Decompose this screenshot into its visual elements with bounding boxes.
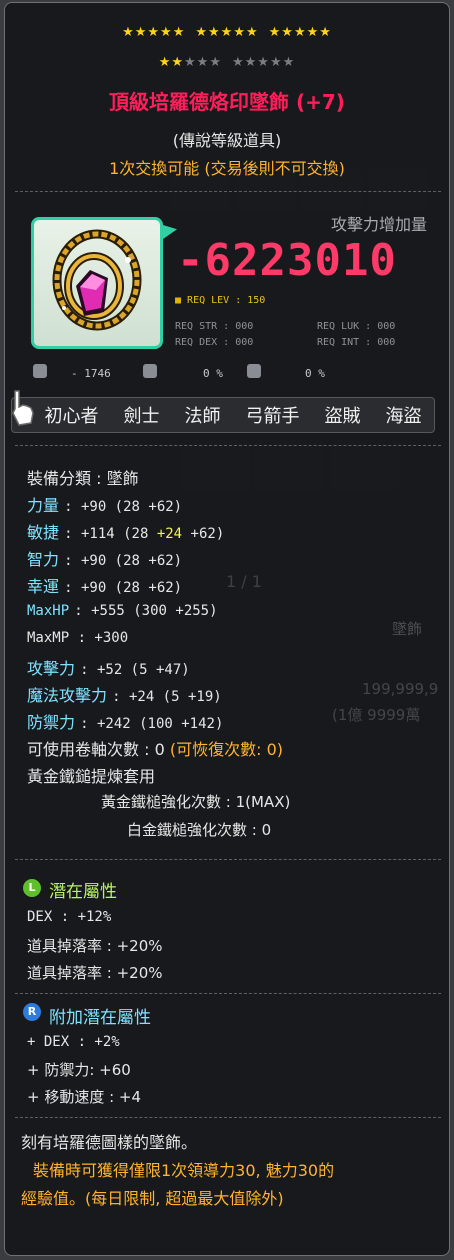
stat-int: 智力 : +90 (28 +62) — [27, 546, 182, 570]
divider — [15, 859, 441, 860]
item-name: 頂級培羅德烙印墜飾 (+7) — [109, 90, 345, 114]
stat-maxmp: MaxMP : +300 — [27, 630, 129, 646]
divider — [15, 993, 441, 994]
stat-value: : +24 (5 +19) — [112, 689, 222, 705]
star-force-row-2: ★★★★★ ★★★★★ — [5, 55, 449, 70]
bonus-potential-line: + 移動速度 : +4 — [27, 1088, 142, 1106]
req-luk: REQ LUK : 000 — [317, 321, 396, 332]
job-magician: 法師 — [184, 406, 221, 427]
item-grade: (傳說等級道具) — [172, 131, 282, 150]
stat-value: : +52 (5 +47) — [80, 662, 190, 678]
potential-line: DEX : +12% — [27, 909, 112, 925]
stat-label: 智力 — [27, 550, 60, 569]
stat-maxhp: MaxHP : +555 (300 +255) — [27, 600, 218, 619]
stat-label: 防禦力 — [27, 713, 76, 732]
item-tooltip: ★★★★★ ★★★★★ ★★★★★ ★★★★★ ★★★★★ 頂級培羅德烙印墜飾 (+7… — [4, 2, 450, 1256]
bonus-potential-line: + 防禦力: +60 — [27, 1061, 131, 1079]
stat-dex: 敏捷 : +114 (28 +24 +62) — [27, 519, 224, 543]
item-description-effect: 經驗值。(每日限制, 超過最大值除外) — [21, 1189, 284, 1208]
legendary-potential-icon: L — [23, 879, 41, 897]
golden-hammer-count: 黃金鐵槌強化次數 : 1(MAX) — [101, 793, 291, 811]
hand-cursor-icon — [12, 390, 34, 426]
stat-value: : +555 (300 +255) — [74, 603, 218, 619]
star-force-row-1: ★★★★★ ★★★★★ ★★★★★ — [5, 25, 449, 40]
item-description-effect: 裝備時可獲得僅限1次領導力30, 魅力30的 — [33, 1161, 335, 1180]
divider — [15, 1117, 441, 1118]
job-warrior: 劍士 — [123, 406, 160, 427]
req-level-value: 150 — [247, 295, 266, 306]
stat-value: : +90 (28 +62) — [64, 580, 183, 596]
hammer-title: 黃金鐵鎚提煉套用 — [27, 767, 156, 786]
star-empty-icon: ★★★★★ — [232, 55, 296, 70]
stat-label: 攻擊力 — [27, 659, 76, 678]
stat-value: : +242 (100 +142) — [80, 716, 224, 732]
potential-title: 潛在屬性 — [49, 882, 117, 902]
stat-icon — [33, 364, 47, 378]
req-level: ■ REQ LEV : 150 — [175, 295, 266, 306]
stat-value: : +114 (28 +24 +62) — [64, 526, 225, 542]
star-icon: ★★★★★ — [195, 25, 259, 40]
bonus-potential-line: + DEX : +2% — [27, 1034, 120, 1050]
star-empty-icon: ★★★ — [184, 55, 222, 70]
stat-label: MaxHP — [27, 603, 70, 619]
platinum-hammer-count: 白金鐵槌強化次數 : 0 — [127, 821, 272, 839]
stat-attack: 攻擊力 : +52 (5 +47) — [27, 655, 190, 679]
stat-magic-attack: 魔法攻擊力 : +24 (5 +19) — [27, 682, 222, 706]
stat-value: : +90 (28 +62) — [64, 499, 183, 515]
item-description: 刻有培羅德圖樣的墜飾。 — [21, 1133, 198, 1152]
stat-label: 力量 — [27, 496, 60, 515]
bonus-potential-title: 附加潛在屬性 — [49, 1008, 151, 1028]
req-level-label: REQ LEV : — [187, 295, 242, 306]
req-int: REQ INT : 000 — [317, 337, 396, 348]
stat-value-a: - 1746 — [71, 367, 111, 380]
req-str: REQ STR : 000 — [175, 321, 254, 332]
stat-value: : +90 (28 +62) — [64, 553, 183, 569]
req-dex: REQ DEX : 000 — [175, 337, 254, 348]
stat-label: 幸運 — [27, 577, 60, 596]
stat-value-c: 0 % — [305, 367, 325, 380]
stat-value-b: 0 % — [203, 367, 223, 380]
item-icon-frame — [31, 217, 163, 349]
stat-luk: 幸運 : +90 (28 +62) — [27, 573, 182, 597]
divider — [15, 445, 441, 446]
job-requirements: 初心者 劍士 法師 弓箭手 盜賊 海盜 — [11, 397, 435, 433]
stat-icon — [143, 364, 157, 378]
pendant-icon — [52, 229, 142, 331]
scroll-slots: 可使用卷軸次數 : 0 (可恢復次數: 0) — [27, 740, 283, 759]
trade-info: 1次交換可能 (交易後則不可交換) — [109, 159, 345, 178]
star-icon: ★★★★★ — [122, 25, 186, 40]
star-icon: ★★★★★ — [268, 25, 332, 40]
star-icon: ★★ — [158, 55, 185, 70]
stat-label: 魔法攻擊力 — [27, 686, 108, 705]
equip-category: 裝備分類 : 墜飾 — [27, 469, 139, 488]
divider — [15, 191, 441, 192]
attack-increase-value: -6223010 — [177, 235, 397, 286]
bonus-potential-icon: R — [23, 1003, 41, 1021]
job-beginner: 初心者 — [44, 406, 99, 427]
stat-str: 力量 : +90 (28 +62) — [27, 492, 182, 516]
potential-line: 道具掉落率 : +20% — [27, 937, 163, 955]
potential-line: 道具掉落率 : +20% — [27, 964, 163, 982]
job-thief: 盜賊 — [324, 406, 361, 427]
shield-icon — [247, 364, 261, 378]
stat-defense: 防禦力 : +242 (100 +142) — [27, 709, 223, 733]
job-pirate: 海盜 — [385, 406, 422, 427]
job-bowman: 弓箭手 — [245, 406, 300, 427]
stat-label: 敏捷 — [27, 523, 60, 542]
attack-increase-label: 攻擊力增加量 — [330, 215, 427, 234]
flag-icon — [163, 225, 177, 239]
